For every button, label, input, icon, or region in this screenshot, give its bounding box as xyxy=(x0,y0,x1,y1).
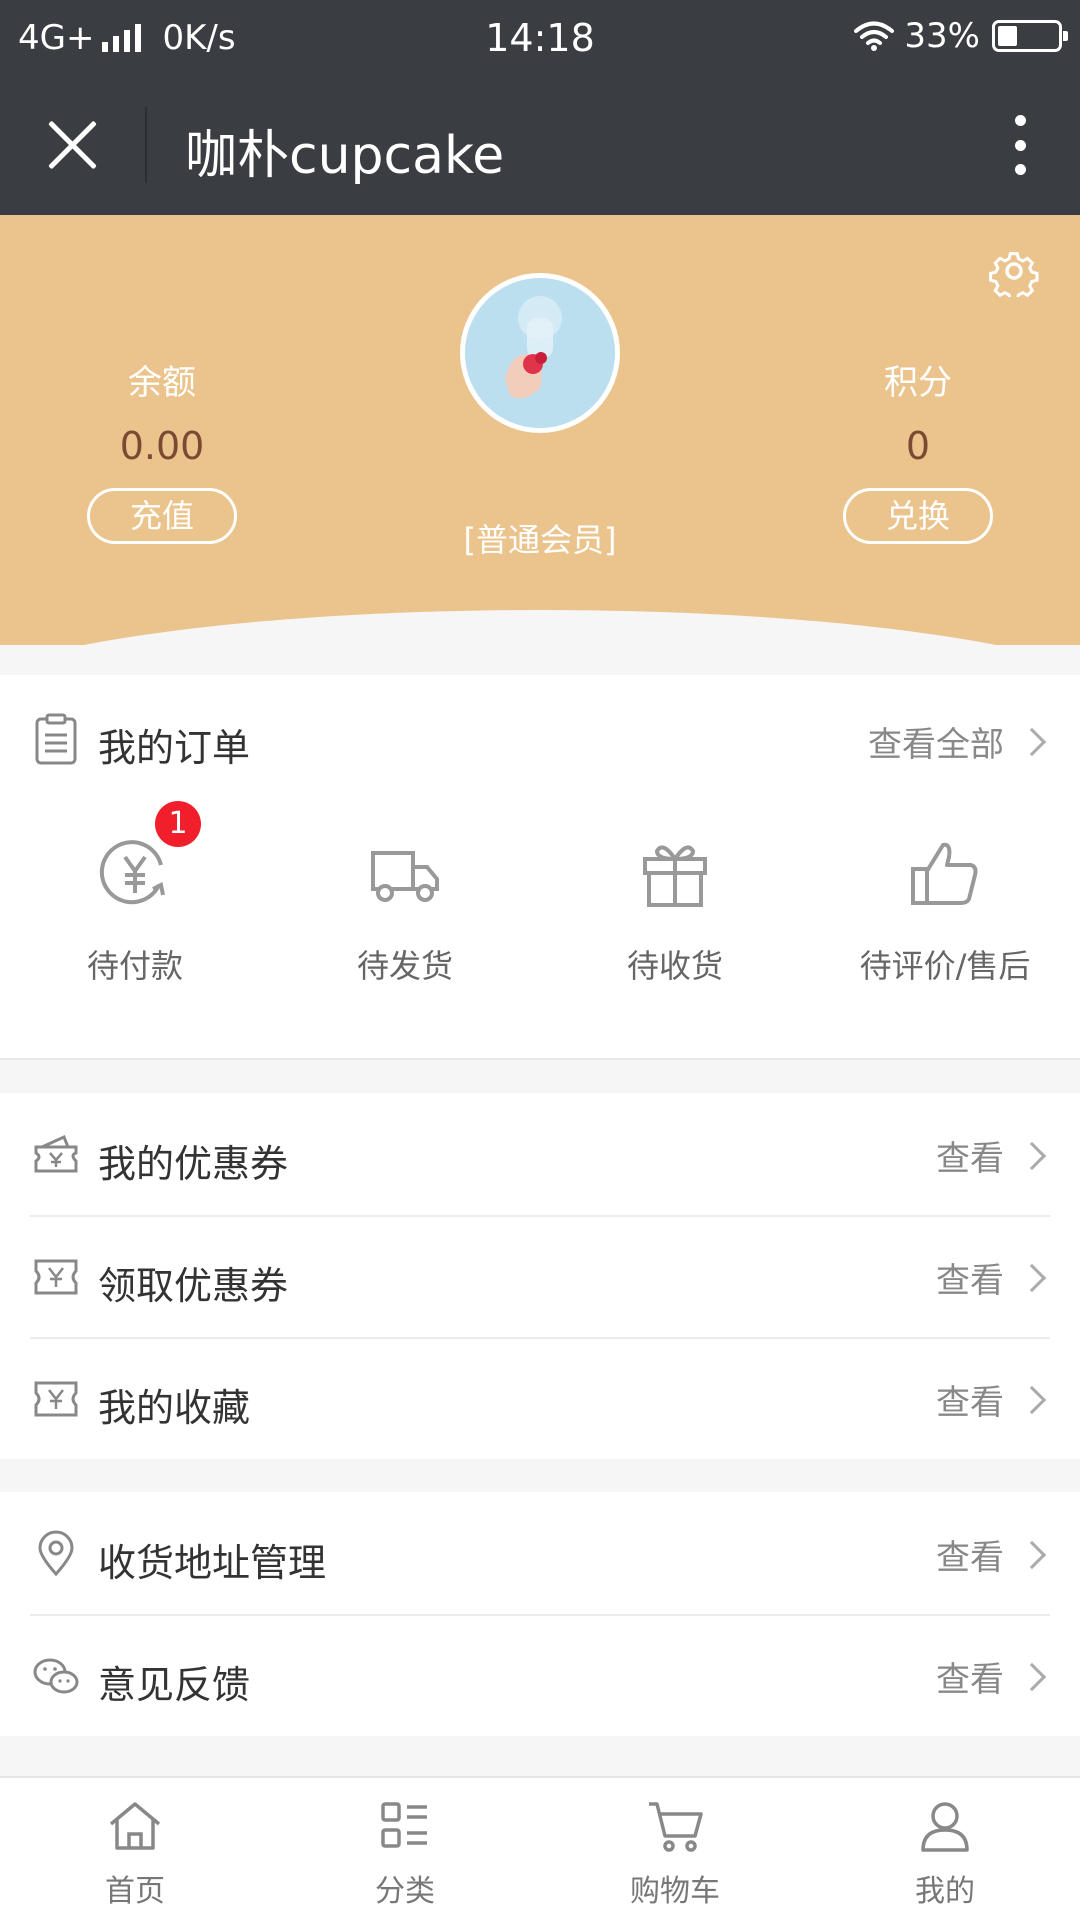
ticket-icon xyxy=(34,1381,78,1417)
list-item-label: 我的优惠券 xyxy=(98,1142,289,1186)
view-label: 查看 xyxy=(936,1383,1004,1423)
card-curve xyxy=(0,610,1080,645)
gift-icon xyxy=(643,845,707,907)
order-status-grid: 1 待付款 待发货 待收货 待评价/售后 xyxy=(0,801,1080,987)
list-item-label: 领取优惠券 xyxy=(98,1264,289,1308)
chevron-right-icon xyxy=(1017,1662,1047,1691)
chevron-right-icon xyxy=(1017,1540,1047,1569)
tab-label: 购物车 xyxy=(630,1874,720,1909)
settings-gear-icon[interactable] xyxy=(988,245,1040,297)
view-link[interactable]: 查看 xyxy=(936,1131,1047,1180)
chevron-right-icon xyxy=(1017,1385,1047,1414)
points-value: 0 xyxy=(905,424,931,468)
view-label: 查看 xyxy=(936,1261,1004,1301)
balance-value: 0.00 xyxy=(119,424,205,468)
settings-list: 收货地址管理 查看 意见反馈 查看 xyxy=(0,1492,1080,1736)
location-pin-icon xyxy=(38,1530,74,1577)
tab-label: 首页 xyxy=(105,1874,165,1909)
list-item-address[interactable]: 收货地址管理 查看 xyxy=(0,1492,1080,1614)
chevron-right-icon xyxy=(1017,727,1047,756)
order-label: 待付款 xyxy=(86,947,183,985)
order-pending-receipt[interactable]: 待收货 xyxy=(540,835,810,987)
view-label: 查看 xyxy=(936,1139,1004,1179)
view-label: 查看 xyxy=(936,1538,1004,1578)
status-bar: 4G+ 0K/s 14:18 33% xyxy=(0,0,1080,75)
close-button[interactable] xyxy=(42,115,102,175)
points-label: 积分 xyxy=(884,363,952,403)
page-title: 咖朴cupcake xyxy=(185,126,505,186)
list-item-claim-coupons[interactable]: 领取优惠券 查看 xyxy=(0,1215,1080,1337)
avatar[interactable] xyxy=(460,273,620,433)
battery-icon xyxy=(992,20,1068,52)
view-link[interactable]: 查看 xyxy=(936,1375,1047,1424)
view-label: 查看 xyxy=(936,1660,1004,1700)
unpaid-badge: 1 xyxy=(155,801,201,847)
list-item-label: 我的收藏 xyxy=(98,1386,251,1430)
avatar-image xyxy=(465,278,615,428)
tab-category[interactable]: 分类 xyxy=(270,1778,540,1920)
wechat-chat-icon xyxy=(33,1658,79,1694)
list-item-my-coupons[interactable]: 我的优惠券 查看 xyxy=(0,1093,1080,1215)
home-icon xyxy=(109,1802,161,1850)
orders-section: 我的订单 查看全部 1 待付款 待发货 待收货 待评价/售后 xyxy=(0,675,1080,1060)
tab-home[interactable]: 首页 xyxy=(0,1778,270,1920)
chevron-right-icon xyxy=(1017,1141,1047,1170)
tab-label: 我的 xyxy=(915,1874,975,1909)
app-header: 咖朴cupcake xyxy=(0,75,1080,215)
truck-icon xyxy=(371,851,439,902)
order-label: 待发货 xyxy=(356,947,453,985)
list-item-label: 意见反馈 xyxy=(98,1663,251,1707)
thumbs-up-icon xyxy=(911,842,978,905)
category-icon xyxy=(381,1802,427,1848)
battery-percent: 33% xyxy=(904,16,980,56)
tab-cart[interactable]: 购物车 xyxy=(540,1778,810,1920)
user-icon xyxy=(921,1802,969,1852)
wifi-icon xyxy=(854,21,895,51)
view-link[interactable]: 查看 xyxy=(936,1253,1047,1302)
ticket-icon xyxy=(34,1259,78,1295)
tab-label: 分类 xyxy=(375,1874,435,1909)
order-label: 待收货 xyxy=(626,947,723,985)
order-label: 待评价/售后 xyxy=(859,947,1031,985)
order-pending-payment[interactable]: 1 待付款 xyxy=(0,801,270,987)
chevron-right-icon xyxy=(1017,1263,1047,1292)
yuan-refresh-icon xyxy=(99,840,165,905)
list-item-feedback[interactable]: 意见反馈 查看 xyxy=(0,1614,1080,1736)
header-divider xyxy=(145,107,147,183)
order-pending-review[interactable]: 待评价/售后 xyxy=(810,835,1080,987)
list-item-favorites[interactable]: 我的收藏 查看 xyxy=(0,1337,1080,1459)
clipboard-icon xyxy=(35,713,77,765)
view-link[interactable]: 查看 xyxy=(936,1652,1047,1701)
balance-label: 余额 xyxy=(128,363,196,403)
exchange-button[interactable]: 兑换 xyxy=(843,488,993,544)
view-all-label: 查看全部 xyxy=(868,725,1004,765)
orders-title: 我的订单 xyxy=(98,726,251,770)
order-pending-shipment[interactable]: 待发货 xyxy=(270,835,540,987)
view-all-orders-link[interactable]: 查看全部 xyxy=(868,717,1047,766)
list-item-label: 收货地址管理 xyxy=(98,1541,327,1585)
coupon-icon xyxy=(34,1134,78,1173)
tab-profile[interactable]: 我的 xyxy=(810,1778,1080,1920)
view-link[interactable]: 查看 xyxy=(936,1530,1047,1579)
member-card: 余额 0.00 充值 [普通会员] 积分 0 兑换 xyxy=(0,215,1080,645)
more-options-button[interactable] xyxy=(1010,115,1030,175)
bottom-tab-bar: 首页 分类 购物车 我的 xyxy=(0,1776,1080,1920)
cart-icon xyxy=(649,1802,703,1852)
coupon-list: 我的优惠券 查看 领取优惠券 查看 我的收藏 查看 xyxy=(0,1093,1080,1459)
points-block: 积分 0 兑换 xyxy=(808,355,1028,544)
